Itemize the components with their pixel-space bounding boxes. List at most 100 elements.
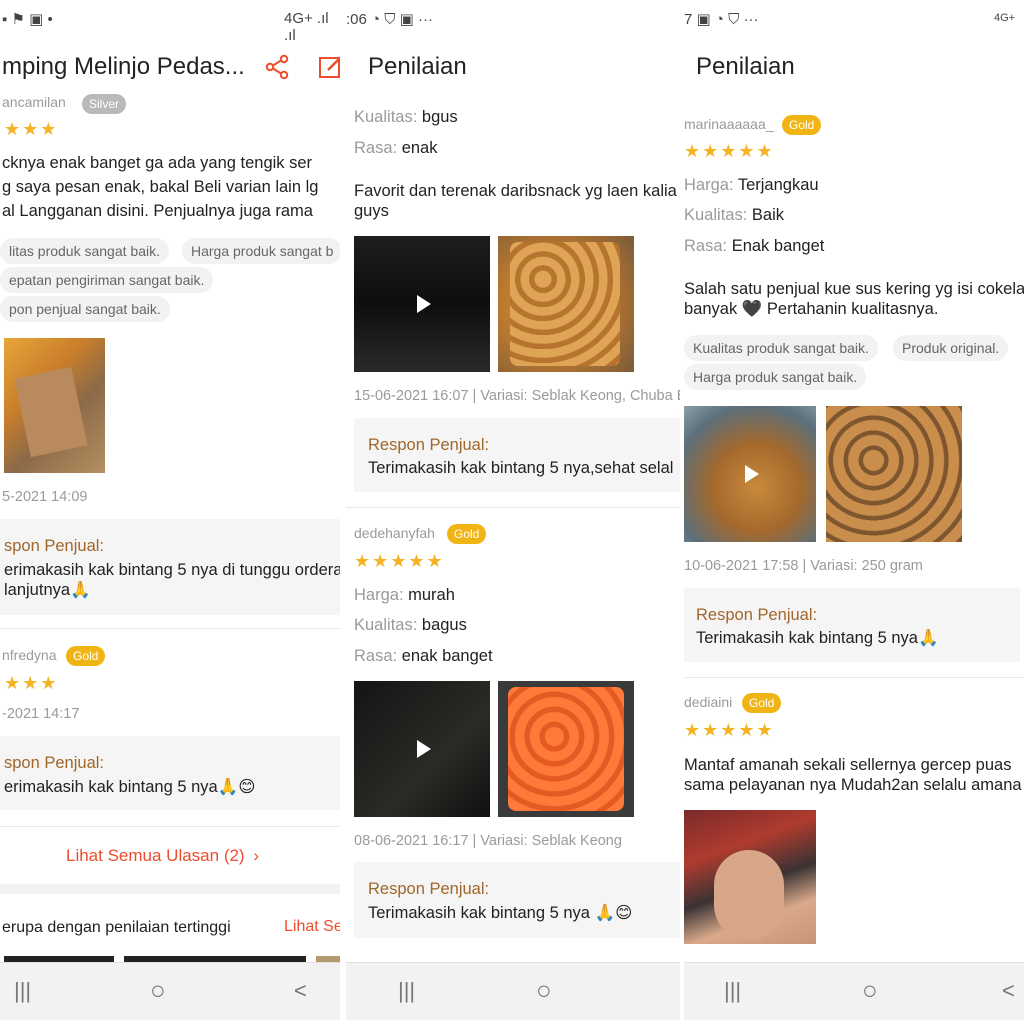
page-title: mping Melinjo Pedas... — [2, 53, 245, 80]
review-tag-chip: pon penjual sangat baik. — [0, 296, 170, 322]
rating-line-kualitas: Kualitas: bgus — [354, 108, 458, 127]
rating-label: Harga: — [684, 176, 734, 194]
rating-line-harga: Harga: Terjangkau — [684, 176, 819, 195]
rating-label: Kualitas: — [684, 206, 748, 224]
divider — [684, 677, 1024, 678]
rating-value: murah — [408, 586, 455, 604]
review-panel-3: 7 ▣ ◔ ⛉ ··· 4G+ Penilaian marinaaaaaa_ G… — [684, 0, 1024, 1024]
page-title: Penilaian — [368, 53, 467, 80]
seller-response-label: Respon Penjual: — [368, 880, 490, 898]
review-text-line: Salah satu penjual kue sus kering yg isi… — [684, 280, 1024, 298]
seller-response-text: erimakasih kak bintang 5 nya di tunggu o… — [4, 561, 340, 579]
home-icon[interactable]: ○ — [150, 975, 166, 1006]
play-icon — [417, 740, 431, 758]
rating-line-rasa: Rasa: enak — [354, 139, 437, 158]
member-badge: Silver — [82, 94, 127, 114]
seller-response: Respon Penjual: Terimakasih kak bintang … — [684, 588, 1020, 662]
recents-icon[interactable]: ||| — [724, 978, 741, 1004]
review-panel-1: ▪ ⚑ ▣ • 4G+ .ıl .ıl mping Melinjo Pedas.… — [0, 0, 340, 1024]
rating-line-rasa: Rasa: enak banget — [354, 647, 493, 666]
review-text-line: g saya pesan enak, bakal Beli varian lai… — [2, 178, 319, 196]
rating-label: Kualitas: — [354, 108, 418, 126]
see-all-reviews-label: Lihat Semua Ulasan (2) — [66, 846, 245, 865]
review-photo[interactable] — [826, 406, 962, 542]
rating-label: Harga: — [354, 586, 404, 604]
seller-response: spon Penjual: erimakasih kak bintang 5 n… — [0, 736, 340, 810]
see-all-reviews-link[interactable]: Lihat Semua Ulasan (2) › — [66, 846, 259, 866]
reviewer-name: ancamilan — [2, 94, 66, 110]
status-bar: :06 ◔ ⛉ ▣ ··· — [346, 0, 680, 38]
status-bar: 7 ▣ ◔ ⛉ ··· 4G+ — [684, 0, 1024, 38]
review-date: -2021 14:17 — [2, 706, 80, 722]
review-date: 10-06-2021 17:58 | Variasi: 250 gram — [684, 558, 923, 574]
system-nav-bar: ||| ○ — [346, 962, 680, 1020]
status-bar: ▪ ⚑ ▣ • 4G+ .ıl .ıl — [0, 0, 340, 44]
reviewer-name: nfredyna — [2, 647, 57, 663]
signal-icon: 4G+ — [994, 12, 1016, 24]
back-icon[interactable]: < — [1002, 978, 1015, 1004]
home-icon[interactable]: ○ — [536, 975, 552, 1006]
similar-products-label: erupa dengan penilaian tertinggi — [2, 919, 231, 936]
review-tag-chip: Harga produk sangat b — [182, 238, 340, 264]
review-tag-chip: Kualitas produk sangat baik. — [684, 335, 878, 361]
edit-icon[interactable] — [318, 54, 340, 85]
similar-products-link[interactable]: Lihat Se — [284, 918, 340, 936]
star-rating: ★★★★★ — [684, 141, 775, 161]
review-photo[interactable] — [498, 236, 634, 372]
seller-response-text: Terimakasih kak bintang 5 nya,sehat sela… — [368, 459, 674, 477]
play-icon — [745, 465, 759, 483]
play-icon — [417, 295, 431, 313]
review-video-thumbnail[interactable] — [354, 236, 490, 372]
review-text-line: sama pelayanan nya Mudah2an selalu amana — [684, 776, 1022, 794]
system-nav-bar: ||| ○ < — [684, 962, 1024, 1020]
review-video-thumbnail[interactable] — [354, 681, 490, 817]
recents-icon[interactable]: ||| — [398, 978, 415, 1004]
back-icon[interactable]: < — [294, 978, 307, 1004]
reviewer-name: dedehanyfah — [354, 525, 435, 541]
rating-line-rasa: Rasa: Enak banget — [684, 237, 824, 256]
seller-response-label: Respon Penjual: — [696, 606, 818, 624]
seller-response-text: Terimakasih kak bintang 5 nya🙏 — [696, 629, 939, 647]
rating-value: bgus — [421, 108, 458, 126]
review-tag-chip: litas produk sangat baik. — [0, 238, 169, 264]
review-tag-chip: Produk original. — [893, 335, 1009, 361]
seller-response: spon Penjual: erimakasih kak bintang 5 n… — [0, 519, 340, 615]
review-date: 15-06-2021 16:07 | Variasi: Seblak Keong… — [354, 388, 680, 404]
review-text-line: banyak 🖤 Pertahanin kualitasnya. — [684, 300, 939, 318]
seller-response: Respon Penjual: Terimakasih kak bintang … — [354, 862, 680, 938]
rating-value: enak banget — [401, 647, 493, 665]
review-photo[interactable] — [498, 681, 634, 817]
recents-icon[interactable]: ||| — [14, 978, 31, 1004]
review-photo[interactable] — [4, 338, 105, 473]
rating-value: bagus — [421, 616, 467, 634]
review-date: 08-06-2021 16:17 | Variasi: Seblak Keong — [354, 833, 622, 849]
rating-value: enak — [401, 139, 438, 157]
member-badge: Gold — [447, 524, 487, 544]
home-icon[interactable]: ○ — [862, 975, 878, 1006]
rating-value: Enak banget — [731, 237, 825, 255]
rating-label: Rasa: — [684, 237, 728, 255]
reviewer-name: marinaaaaaa_ — [684, 116, 774, 132]
member-badge: Gold — [66, 646, 106, 666]
seller-response-text: Terimakasih kak bintang 5 nya 🙏😊 — [368, 904, 633, 922]
review-text-line: Favorit dan terenak daribsnack yg laen k… — [354, 182, 677, 200]
share-icon[interactable] — [264, 54, 290, 85]
review-text-line: Mantaf amanah sekali sellernya gercep pu… — [684, 756, 1012, 774]
review-video-thumbnail[interactable] — [684, 406, 816, 542]
review-photo[interactable] — [684, 810, 816, 944]
status-notification-icons: ▪ ⚑ ▣ • — [2, 11, 53, 28]
rating-value: Baik — [751, 206, 784, 224]
section-separator — [0, 884, 340, 894]
rating-label: Rasa: — [354, 139, 398, 157]
seller-response-label: spon Penjual: — [4, 754, 104, 772]
status-notification-icons: :06 ◔ ⛉ ▣ ··· — [346, 11, 433, 28]
system-nav-bar: ||| ○ < — [0, 962, 340, 1020]
rating-value: Terjangkau — [737, 176, 819, 194]
rating-label: Kualitas: — [354, 616, 418, 634]
seller-response-label: Respon Penjual: — [368, 436, 490, 454]
seller-response: Respon Penjual: Terimakasih kak bintang … — [354, 418, 680, 492]
rating-line-kualitas: Kualitas: bagus — [354, 616, 467, 635]
member-badge: Gold — [742, 693, 782, 713]
review-tag-chip: epatan pengiriman sangat baik. — [0, 267, 214, 293]
star-rating: ★★★ — [4, 119, 59, 139]
